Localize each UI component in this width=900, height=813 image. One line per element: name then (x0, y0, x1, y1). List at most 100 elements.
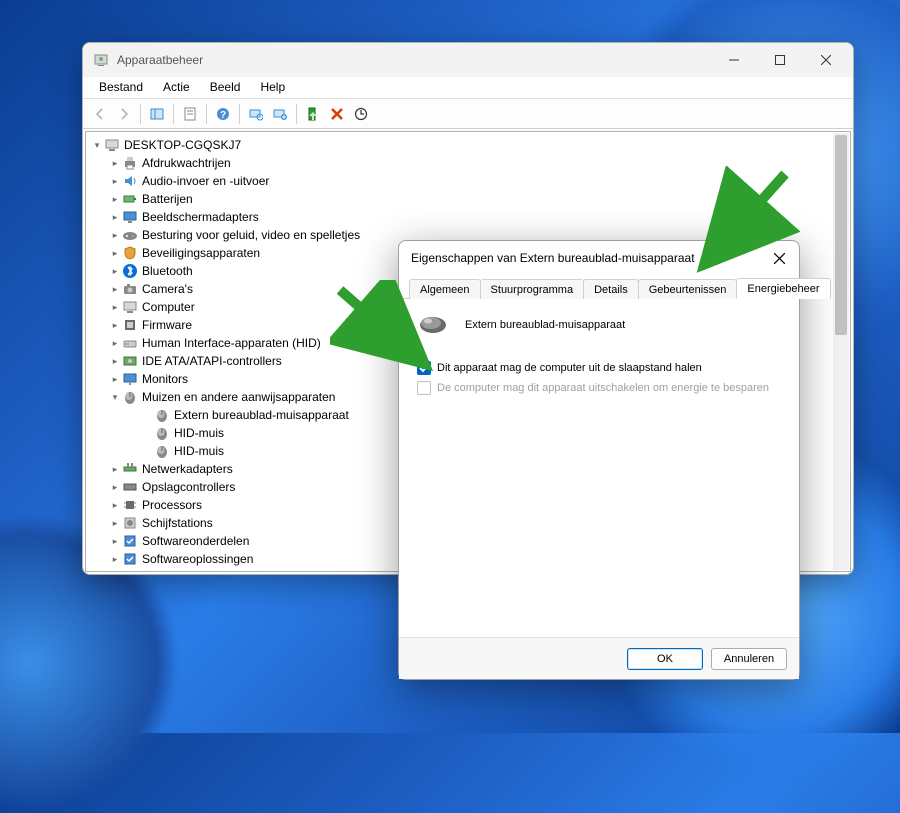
menu-bestand[interactable]: Bestand (89, 77, 153, 98)
printer-icon (122, 155, 138, 171)
tab-bar: Algemeen Stuurprogramma Details Gebeurte… (399, 275, 799, 299)
chevron-right-icon[interactable]: ▸ (108, 266, 122, 277)
menu-beeld[interactable]: Beeld (200, 77, 251, 98)
chevron-right-icon[interactable]: ▸ (108, 194, 122, 205)
chevron-right-icon[interactable]: ▸ (108, 302, 122, 313)
help-button[interactable]: ? (212, 103, 234, 125)
titlebar[interactable]: Apparaatbeheer (83, 43, 853, 77)
scan-hardware-button[interactable] (245, 103, 267, 125)
forward-button[interactable] (113, 103, 135, 125)
firmware-icon (122, 317, 138, 333)
dialog-body: Extern bureaublad-muisapparaat Dit appar… (399, 299, 799, 637)
maximize-button[interactable] (757, 45, 803, 75)
computer-icon (104, 137, 120, 153)
dialog-titlebar[interactable]: Eigenschappen van Extern bureaublad-muis… (399, 241, 799, 275)
tree-item-label: HID-muis (174, 426, 224, 440)
chevron-right-icon[interactable]: ▸ (108, 536, 122, 547)
tree-item[interactable]: ▸ Batterijen (88, 190, 848, 208)
battery-icon (122, 191, 138, 207)
chevron-right-icon[interactable]: ▸ (108, 554, 122, 565)
chevron-right-icon[interactable]: ▸ (108, 230, 122, 241)
security-icon (122, 245, 138, 261)
tree-item-label: Netwerkadapters (142, 462, 233, 476)
toolbar: ? (83, 99, 853, 129)
dialog-footer: OK Annuleren (399, 637, 799, 679)
device-header: Extern bureaublad-muisapparaat (417, 313, 781, 337)
display-icon (122, 209, 138, 225)
mouse-icon (417, 313, 449, 337)
svg-text:?: ? (220, 110, 226, 121)
chevron-down-icon[interactable]: ▾ (108, 392, 122, 403)
uninstall-device-button[interactable] (326, 103, 348, 125)
mouse-icon (122, 389, 138, 405)
device-name: Extern bureaublad-muisapparaat (465, 319, 625, 331)
tab-details[interactable]: Details (583, 279, 639, 299)
chevron-right-icon[interactable]: ▸ (108, 320, 122, 331)
gamectrl-icon (122, 227, 138, 243)
chevron-right-icon[interactable]: ▸ (108, 248, 122, 259)
tree-item-label: HID-muis (174, 444, 224, 458)
tree-item[interactable]: ▸Audio-invoer en -uitvoer (88, 172, 848, 190)
software-icon (122, 551, 138, 567)
menu-actie[interactable]: Actie (153, 77, 200, 98)
chevron-right-icon[interactable]: ▸ (108, 374, 122, 385)
audio-icon (122, 173, 138, 189)
tree-root[interactable]: ▾ DESKTOP-CGQSKJ7 (88, 136, 848, 154)
tab-energiebeheer[interactable]: Energiebeheer (736, 278, 830, 299)
cancel-button[interactable]: Annuleren (711, 648, 787, 670)
chevron-right-icon[interactable]: ▸ (108, 356, 122, 367)
tree-item[interactable]: ▸ Afdrukwachtrijen (88, 154, 848, 172)
system-icon (122, 569, 138, 572)
enable-device-button[interactable] (302, 103, 324, 125)
menu-help[interactable]: Help (250, 77, 295, 98)
checkbox-poweroff-row: De computer mag dit apparaat uitschakele… (417, 381, 781, 395)
update-driver-button[interactable] (350, 103, 372, 125)
checkbox-poweroff-label: De computer mag dit apparaat uitschakele… (437, 382, 769, 394)
checkbox-wake-row[interactable]: Dit apparaat mag de computer uit de slaa… (417, 361, 781, 375)
chevron-right-icon[interactable]: ▸ (108, 572, 122, 573)
show-hide-tree-button[interactable] (146, 103, 168, 125)
bluetooth-icon (122, 263, 138, 279)
menubar: Bestand Actie Beeld Help (83, 77, 853, 99)
ide-icon (122, 353, 138, 369)
tree-item-label: Softwareonderdelen (142, 534, 249, 548)
minimize-button[interactable] (711, 45, 757, 75)
chevron-right-icon[interactable]: ▸ (108, 158, 122, 169)
back-button[interactable] (89, 103, 111, 125)
dialog-close-button[interactable] (763, 244, 795, 272)
ok-button[interactable]: OK (627, 648, 703, 670)
software-icon (122, 533, 138, 549)
chevron-down-icon[interactable]: ▾ (90, 140, 104, 151)
chevron-right-icon[interactable]: ▸ (108, 500, 122, 511)
scrollbar[interactable] (833, 133, 849, 570)
chevron-right-icon[interactable]: ▸ (108, 482, 122, 493)
chevron-right-icon[interactable]: ▸ (108, 338, 122, 349)
checkbox-poweroff (417, 381, 431, 395)
tree-item-label: IDE ATA/ATAPI-controllers (142, 354, 282, 368)
chevron-right-icon[interactable]: ▸ (108, 212, 122, 223)
chevron-right-icon[interactable]: ▸ (108, 176, 122, 187)
scrollbar-thumb[interactable] (835, 135, 847, 335)
tree-item-label: Batterijen (142, 192, 193, 206)
properties-button[interactable] (179, 103, 201, 125)
close-button[interactable] (803, 45, 849, 75)
mouse-icon (154, 425, 170, 441)
tab-algemeen[interactable]: Algemeen (409, 279, 481, 299)
chevron-right-icon[interactable]: ▸ (108, 284, 122, 295)
checkbox-wake-label: Dit apparaat mag de computer uit de slaa… (437, 362, 702, 374)
add-hardware-button[interactable] (269, 103, 291, 125)
tab-gebeurtenissen[interactable]: Gebeurtenissen (638, 279, 738, 299)
storage-icon (122, 479, 138, 495)
tree-root-label: DESKTOP-CGQSKJ7 (124, 138, 241, 152)
disk-icon (122, 515, 138, 531)
tree-item[interactable]: ▸ Beeldschermadapters (88, 208, 848, 226)
cpu-icon (122, 497, 138, 513)
chevron-right-icon[interactable]: ▸ (108, 518, 122, 529)
chevron-right-icon[interactable]: ▸ (108, 464, 122, 475)
checkbox-wake[interactable] (417, 361, 431, 375)
tab-stuurprogramma[interactable]: Stuurprogramma (480, 279, 585, 299)
tree-item-label: Afdrukwachtrijen (142, 156, 231, 170)
tree-item-label: Beeldschermadapters (142, 210, 259, 224)
tree-item-label: Muizen en andere aanwijsapparaten (142, 390, 335, 404)
tree-item-label: Processors (142, 498, 202, 512)
